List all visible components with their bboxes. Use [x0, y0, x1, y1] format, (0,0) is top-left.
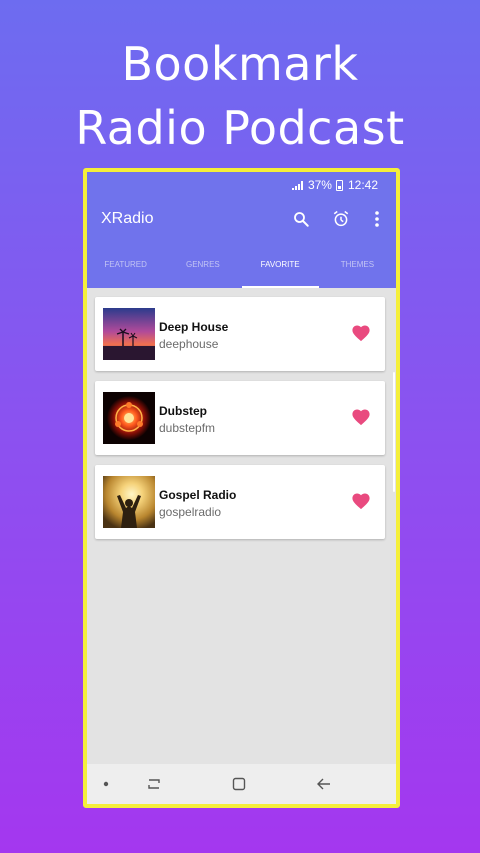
tab-themes[interactable]: THEMES [319, 252, 396, 288]
favorite-heart-icon[interactable] [351, 408, 371, 426]
station-name: Dubstep [159, 404, 207, 418]
recent-apps-icon[interactable] [145, 775, 163, 793]
signal-icon [291, 180, 303, 190]
list-item-gospel-radio[interactable]: Gospel Radio gospelradio [95, 465, 385, 539]
dot-icon[interactable] [97, 775, 115, 793]
promo-headline-line1: Bookmark [121, 37, 359, 91]
home-icon[interactable] [230, 775, 248, 793]
more-vert-icon[interactable] [366, 208, 388, 230]
deep-house-artwork [103, 308, 155, 360]
app-bar: 37% 12:42 XRadio FEATURED GENRES FAVORIT… [87, 172, 396, 288]
gospel-radio-artwork [103, 476, 155, 528]
status-bar: 37% 12:42 [291, 178, 378, 192]
station-name: Gospel Radio [159, 488, 237, 502]
list-item-dubstep[interactable]: Dubstep dubstepfm [95, 381, 385, 455]
phone-frame: 37% 12:42 XRadio FEATURED GENRES FAVORIT… [83, 168, 400, 808]
promo-headline-line2: Radio Podcast [75, 101, 405, 155]
favorite-heart-icon[interactable] [351, 492, 371, 510]
tab-featured[interactable]: FEATURED [87, 252, 164, 288]
app-title: XRadio [101, 210, 154, 227]
alarm-clock-icon[interactable] [330, 208, 352, 230]
station-name: Deep House [159, 320, 229, 334]
scrollbar[interactable] [393, 372, 395, 492]
tab-bar: FEATURED GENRES FAVORITE THEMES [87, 252, 396, 288]
station-id: gospelradio [159, 505, 222, 519]
favorite-heart-icon[interactable] [351, 324, 371, 342]
tab-favorite[interactable]: FAVORITE [241, 252, 320, 288]
clock-time: 12:42 [347, 178, 378, 192]
station-id: deephouse [159, 337, 219, 351]
battery-icon [335, 179, 343, 191]
battery-percent: 37% [307, 178, 332, 192]
tab-genres[interactable]: GENRES [164, 252, 241, 288]
station-id: dubstepfm [159, 421, 216, 435]
search-icon[interactable] [290, 208, 312, 230]
system-nav-bar [87, 764, 396, 804]
list-item-deep-house[interactable]: Deep House deephouse [95, 297, 385, 371]
back-icon[interactable] [315, 775, 333, 793]
dubstep-artwork [103, 392, 155, 444]
